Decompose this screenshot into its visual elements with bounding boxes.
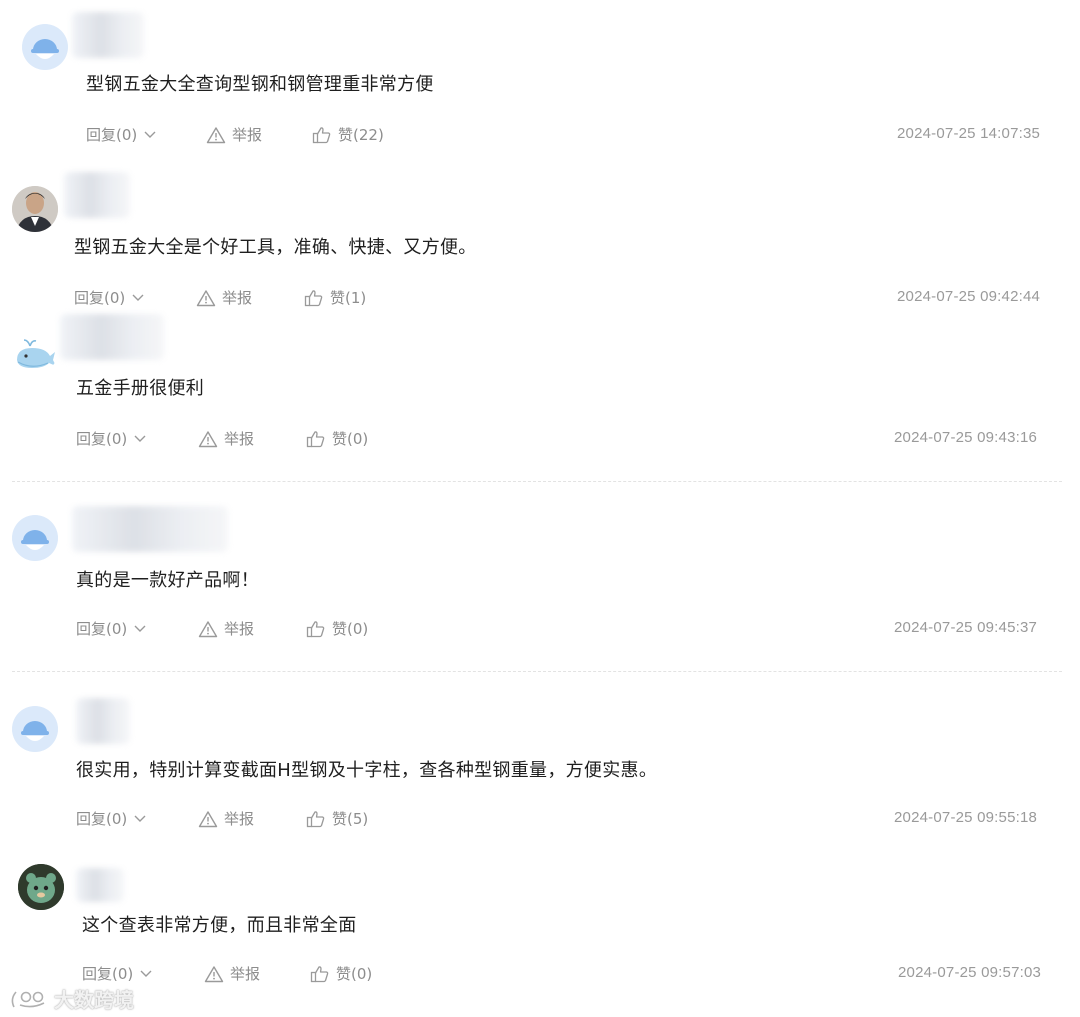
watermark-text: 大数跨境 — [54, 988, 134, 1012]
chevron-down-icon — [144, 131, 156, 138]
comment-text: 真的是一款好产品啊！ — [76, 570, 259, 591]
comment-text: 五金手册很便利 — [76, 378, 205, 399]
like-button[interactable]: 赞(1) — [304, 287, 366, 308]
thumbs-up-icon — [306, 430, 325, 447]
report-label: 举报 — [230, 965, 261, 983]
like-button[interactable]: 赞(5) — [306, 808, 368, 829]
reply-button[interactable]: 回复(0) — [76, 618, 147, 639]
default-avatar-icon[interactable] — [12, 515, 58, 561]
username-blurred — [64, 172, 130, 218]
chevron-down-icon — [132, 294, 144, 301]
username-blurred — [72, 12, 144, 58]
whale-avatar-icon[interactable] — [12, 328, 58, 374]
comment-timestamp: 2024-07-25 09:42:44 — [897, 288, 1041, 305]
report-label: 举报 — [224, 810, 255, 828]
thumbs-up-icon — [304, 289, 323, 306]
reply-label: 回复(0) — [82, 965, 134, 983]
reply-label: 回复(0) — [76, 430, 128, 448]
watermark: 大数跨境 — [8, 984, 134, 1013]
comment-divider — [12, 671, 1062, 672]
chevron-down-icon — [134, 435, 146, 442]
reply-label: 回复(0) — [76, 810, 128, 828]
thumbs-up-icon — [312, 126, 331, 143]
comment-text: 这个查表非常方便，而且非常全面 — [82, 915, 357, 936]
user-photo-avatar[interactable] — [12, 186, 58, 232]
chevron-down-icon — [134, 625, 146, 632]
report-label: 举报 — [232, 126, 263, 144]
comment-timestamp: 2024-07-25 09:57:03 — [898, 964, 1042, 981]
report-label: 举报 — [224, 620, 255, 638]
like-label: 赞(0) — [336, 965, 373, 983]
like-button[interactable]: 赞(22) — [312, 124, 384, 145]
like-label: 赞(1) — [330, 289, 367, 307]
comment-text: 很实用，特别计算变截面H型钢及十字柱，查各种型钢重量，方便实惠。 — [76, 760, 658, 781]
reply-button[interactable]: 回复(0) — [74, 287, 145, 308]
like-button[interactable]: 赞(0) — [306, 618, 368, 639]
warning-icon — [198, 810, 218, 827]
report-button[interactable]: 举报 — [198, 618, 254, 639]
comment-timestamp: 2024-07-25 09:43:16 — [894, 429, 1038, 446]
comment-timestamp: 2024-07-25 14:07:35 — [897, 125, 1041, 142]
warning-icon — [198, 620, 218, 637]
thumbs-up-icon — [306, 810, 325, 827]
comment-divider — [12, 481, 1062, 482]
reply-button[interactable]: 回复(0) — [76, 428, 147, 449]
report-button[interactable]: 举报 — [206, 124, 262, 145]
like-label: 赞(0) — [332, 620, 369, 638]
warning-icon — [204, 965, 224, 982]
report-button[interactable]: 举报 — [204, 963, 260, 984]
like-button[interactable]: 赞(0) — [310, 963, 372, 984]
report-label: 举报 — [222, 289, 253, 307]
chevron-down-icon — [134, 815, 146, 822]
thumbs-up-icon — [310, 965, 329, 982]
report-label: 举报 — [224, 430, 255, 448]
like-label: 赞(0) — [332, 430, 369, 448]
warning-icon — [196, 289, 216, 306]
username-blurred — [76, 698, 130, 744]
reply-button[interactable]: 回复(0) — [76, 808, 147, 829]
reply-label: 回复(0) — [74, 289, 126, 307]
like-label: 赞(22) — [338, 126, 384, 144]
reply-label: 回复(0) — [76, 620, 128, 638]
warning-icon — [198, 430, 218, 447]
report-button[interactable]: 举报 — [196, 287, 252, 308]
reply-button[interactable]: 回复(0) — [86, 124, 157, 145]
reply-label: 回复(0) — [86, 126, 138, 144]
username-blurred — [72, 506, 228, 552]
comment-text: 型钢五金大全查询型钢和钢管理重非常方便 — [86, 74, 434, 95]
default-avatar-icon[interactable] — [22, 24, 68, 70]
watermark-logo-icon — [11, 990, 45, 1007]
like-label: 赞(5) — [332, 810, 369, 828]
username-blurred — [76, 868, 124, 902]
chevron-down-icon — [140, 970, 152, 977]
comment-timestamp: 2024-07-25 09:55:18 — [894, 809, 1038, 826]
username-blurred — [60, 314, 164, 360]
report-button[interactable]: 举报 — [198, 428, 254, 449]
warning-icon — [206, 126, 226, 143]
like-button[interactable]: 赞(0) — [306, 428, 368, 449]
default-avatar-icon[interactable] — [12, 706, 58, 752]
plush-toy-avatar[interactable] — [18, 864, 64, 910]
thumbs-up-icon — [306, 620, 325, 637]
reply-button[interactable]: 回复(0) — [82, 963, 153, 984]
report-button[interactable]: 举报 — [198, 808, 254, 829]
comment-text: 型钢五金大全是个好工具，准确、快捷、又方便。 — [74, 237, 477, 258]
comment-timestamp: 2024-07-25 09:45:37 — [894, 619, 1038, 636]
